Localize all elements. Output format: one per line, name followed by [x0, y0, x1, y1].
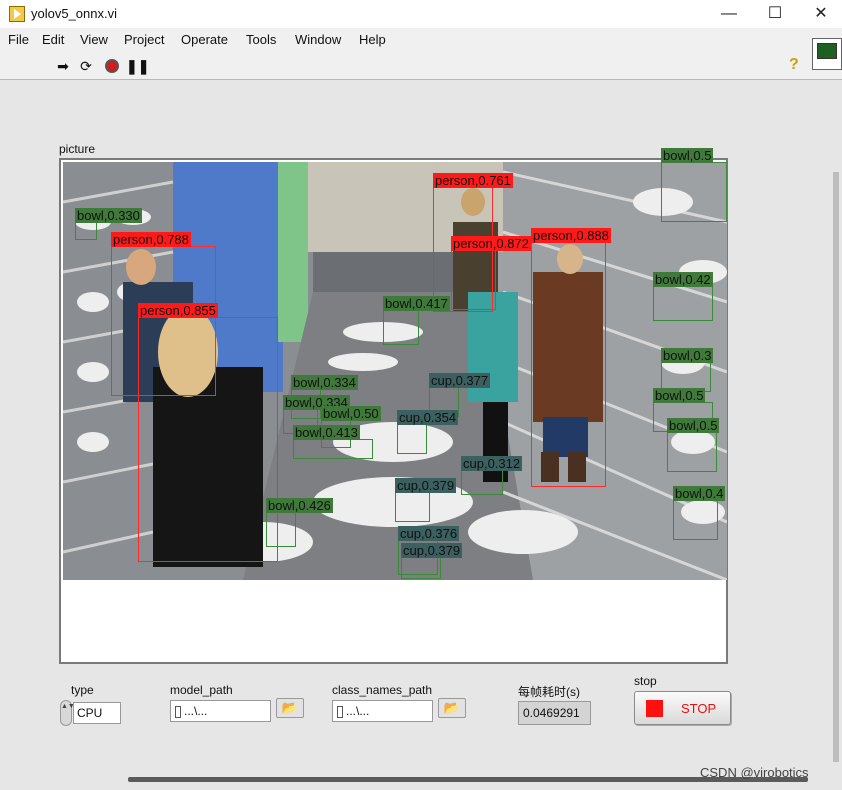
detection-box-bowl: bowl,0.426	[266, 498, 333, 547]
menu-window[interactable]: Window	[295, 32, 341, 47]
pause-icon[interactable]: ❚❚	[126, 57, 149, 75]
detection-label: bowl,0.413	[293, 425, 360, 440]
stop-label: stop	[634, 674, 657, 688]
menu-view[interactable]: View	[80, 32, 108, 47]
class-names-path-label: class_names_path	[332, 683, 433, 697]
detection-box-cup: cup,0.379	[401, 543, 463, 579]
window-title: yolov5_onnx.vi	[31, 6, 117, 21]
menu-help[interactable]: Help	[359, 32, 386, 47]
stop-button[interactable]: STOP	[634, 691, 731, 725]
menu-tools[interactable]: Tools	[246, 32, 276, 47]
run-continuously-icon[interactable]: ⟳	[77, 57, 95, 75]
detection-overlay: bowl,0.330 person,0.788 person,0.855 person…	[63, 148, 727, 580]
toolbar: ➡ ⟳ ❚❚	[0, 52, 842, 80]
picture-indicator: bowl,0.330 person,0.788 person,0.855 person…	[59, 148, 728, 664]
model-path-value: ...\...	[184, 704, 208, 718]
type-label: type	[71, 683, 94, 697]
detection-label: bowl,0.334	[291, 375, 358, 390]
detection-label: person,0.855	[138, 303, 218, 318]
type-ring-control[interactable]: ▲▼ CPU	[60, 700, 122, 726]
type-value[interactable]: CPU	[73, 702, 121, 724]
detection-box-person: person,0.888	[531, 228, 611, 487]
detection-label: cup,0.354	[397, 410, 459, 425]
model-path-input[interactable]: ...\...	[170, 700, 271, 722]
path-symbol-icon	[175, 705, 181, 718]
detection-label: cup,0.312	[461, 456, 523, 471]
stop-square-icon	[646, 700, 663, 717]
detection-label: cup,0.377	[429, 373, 491, 388]
picture-label: picture	[59, 142, 96, 156]
frame-time-indicator: 0.0469291	[518, 701, 591, 725]
detection-label: bowl,0.330	[75, 208, 142, 223]
model-path-browse-folder-icon[interactable]: 📂	[276, 698, 304, 718]
detection-label: bowl,0.42	[653, 272, 713, 287]
detection-box-cup: cup,0.379	[395, 478, 457, 522]
minimize-button[interactable]: —	[706, 0, 752, 28]
run-icon[interactable]: ➡	[54, 57, 72, 75]
menu-bar: File Edit View Project Operate Tools Win…	[0, 28, 842, 52]
detection-label: cup,0.376	[398, 526, 460, 541]
detection-box-person: person,0.872	[451, 236, 531, 310]
labview-vi-icon	[9, 6, 25, 22]
class-names-path-input[interactable]: ...\...	[332, 700, 433, 722]
menu-edit[interactable]: Edit	[42, 32, 64, 47]
model-path-label: model_path	[170, 683, 233, 697]
detection-box-bowl: bowl,0.5	[667, 418, 720, 472]
detection-label: person,0.872	[451, 236, 531, 251]
detection-box-person: person,0.855	[138, 303, 278, 562]
menu-project[interactable]: Project	[124, 32, 164, 47]
detection-label: person,0.788	[111, 232, 191, 247]
detection-label: bowl,0.417	[383, 296, 450, 311]
detection-label: person,0.888	[531, 228, 611, 243]
watermark-text: CSDN @virobotics	[700, 765, 809, 780]
path-symbol-icon	[337, 705, 343, 718]
vertical-scrollbar[interactable]	[833, 172, 839, 762]
context-help-icon[interactable]: ?	[789, 56, 805, 76]
detection-label: person,0.761	[433, 173, 513, 188]
detection-label: bowl,0.5	[667, 418, 720, 433]
window-title-bar: yolov5_onnx.vi — ☐ ✕	[0, 0, 842, 28]
class-names-path-browse-folder-icon[interactable]: 📂	[438, 698, 466, 718]
detection-label: bowl,0.50	[321, 406, 381, 421]
detection-label: cup,0.379	[401, 543, 463, 558]
detection-label: bowl,0.4	[673, 486, 726, 501]
close-button[interactable]: ✕	[798, 0, 842, 28]
type-increment-decrement[interactable]: ▲▼	[60, 700, 75, 726]
detection-label: bowl,0.5	[661, 148, 714, 163]
detection-box-bowl: bowl,0.330	[75, 208, 142, 240]
menu-file[interactable]: File	[8, 32, 29, 47]
detection-box-bowl: bowl,0.42	[653, 272, 713, 321]
class-names-path-value: ...\...	[346, 704, 370, 718]
front-panel: picture bowl,0.330 person,0.788 person,0…	[0, 80, 842, 790]
detection-box-bowl: bowl,0.5	[661, 148, 727, 222]
vi-connector-icon	[812, 38, 842, 70]
frame-time-label: 每帧耗时(s)	[518, 685, 580, 699]
menu-operate[interactable]: Operate	[181, 32, 228, 47]
detection-box-cup: cup,0.312	[461, 456, 523, 495]
detection-box-bowl: bowl,0.4	[673, 486, 726, 540]
detection-box-cup: cup,0.354	[397, 410, 459, 454]
detection-box-bowl: bowl,0.413	[293, 425, 373, 459]
detection-box-bowl: bowl,0.417	[383, 296, 450, 345]
maximize-button[interactable]: ☐	[752, 0, 798, 28]
detection-label: cup,0.379	[395, 478, 457, 493]
abort-execution-icon[interactable]	[103, 57, 121, 75]
detection-label: bowl,0.5	[653, 388, 706, 403]
stop-button-text: STOP	[681, 701, 717, 716]
detection-label: bowl,0.3	[661, 348, 714, 363]
detection-label: bowl,0.426	[266, 498, 333, 513]
